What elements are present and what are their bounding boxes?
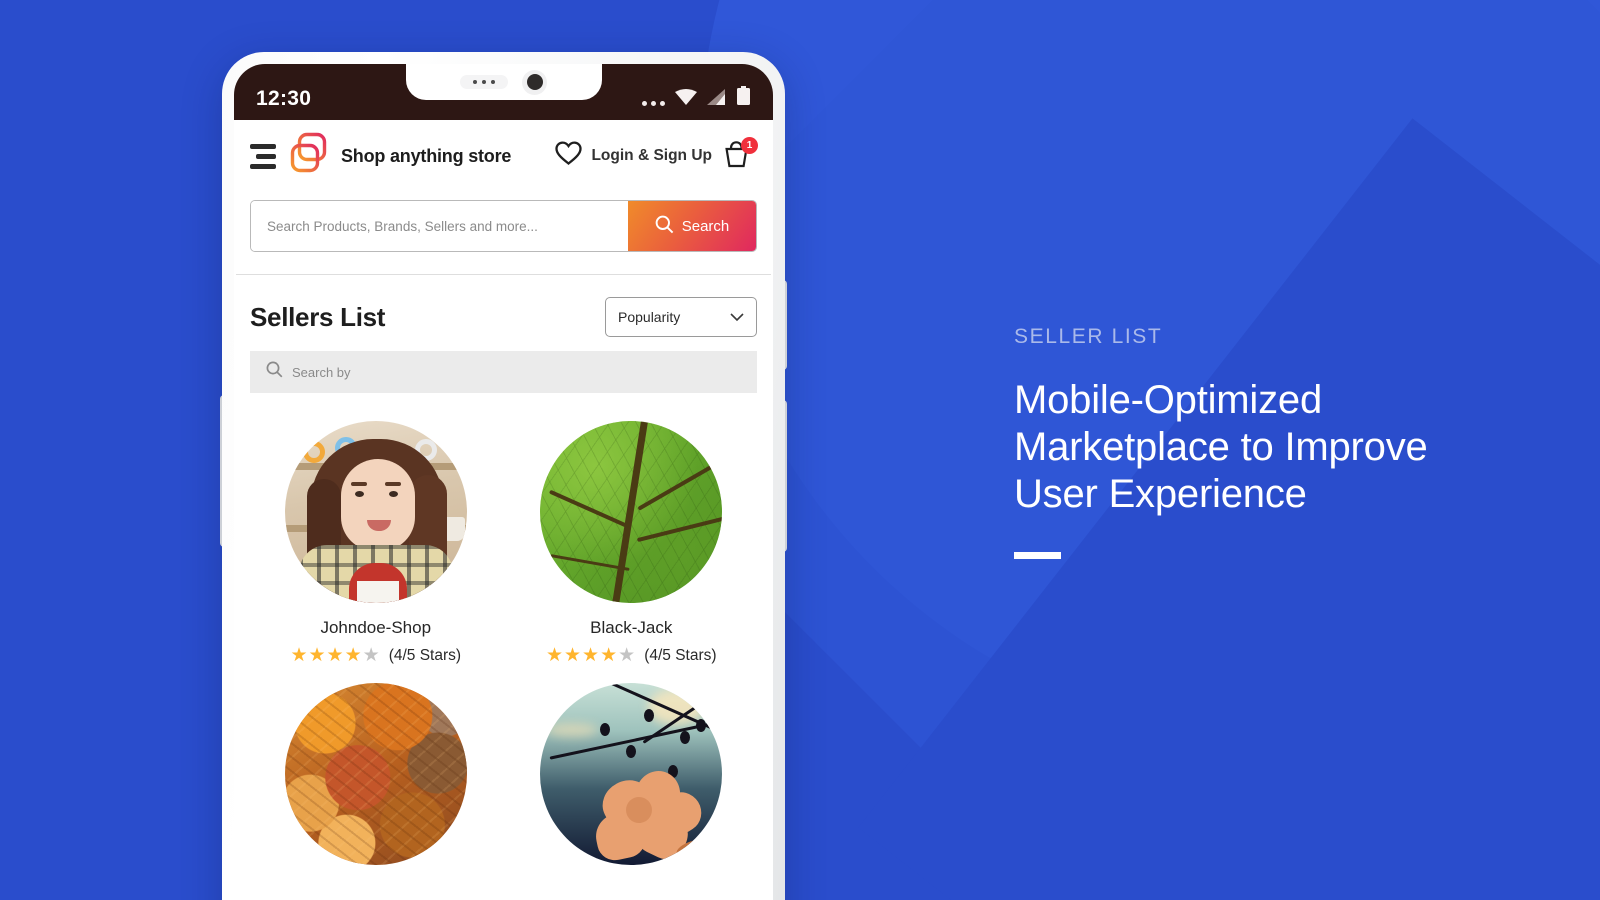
brand[interactable]: Shop anything store <box>286 131 511 182</box>
star-icon-empty: ★ <box>362 645 380 666</box>
search-button-label: Search <box>681 217 730 235</box>
brand-name: Shop anything store <box>341 145 512 166</box>
sort-select[interactable]: Popularity <box>605 297 757 337</box>
rating-text: (4/5 Stars) <box>644 646 717 664</box>
sellers-header: Sellers List Popularity <box>234 275 773 351</box>
speaker-grille-icon <box>460 75 508 89</box>
star-icon-filled: ★ <box>564 645 582 666</box>
seller-card[interactable] <box>248 683 504 865</box>
page-title: Sellers List <box>250 301 386 332</box>
search-icon <box>266 361 283 383</box>
phone-frame: 12:30 Shop anything store Login & Sign U… <box>222 52 785 900</box>
more-dots-icon <box>642 101 665 111</box>
shopping-cart-icon[interactable]: 1 <box>721 137 758 173</box>
star-icon-empty: ★ <box>618 645 636 666</box>
autumn-leaves-pile-image <box>284 683 467 865</box>
seller-name: Black-Jack <box>590 618 673 637</box>
app-header: Shop anything store Login & Sign Up 1 <box>234 120 773 192</box>
heart-icon[interactable] <box>555 141 583 171</box>
cart-count-badge: 1 <box>741 137 758 154</box>
seller-avatar[interactable] <box>284 421 467 603</box>
login-signup-link[interactable]: Login & Sign Up <box>591 147 712 165</box>
seller-rating: ★ ★ ★ ★ ★ (4/5 Stars) <box>504 646 760 665</box>
star-rating: ★ ★ ★ ★ ★ <box>290 646 379 665</box>
battery-icon <box>736 86 751 111</box>
seller-card[interactable] <box>504 683 760 865</box>
woman-portrait-craft-shop-image <box>284 421 467 603</box>
seller-name: Johndoe-Shop <box>320 618 432 637</box>
star-rating: ★ ★ ★ ★ ★ <box>546 646 635 665</box>
cellular-signal-icon <box>707 88 727 111</box>
front-camera-icon <box>522 69 547 95</box>
seller-avatar[interactable] <box>540 683 723 865</box>
seller-card[interactable]: Black-Jack ★ ★ ★ ★ ★ (4/5 Stars) <box>504 421 760 665</box>
seller-avatar[interactable] <box>284 683 467 865</box>
panel-accent-rule <box>1014 552 1061 559</box>
star-icon-filled: ★ <box>582 645 600 666</box>
header-actions: Login & Sign Up 1 <box>555 137 758 173</box>
star-icon-filled: ★ <box>326 645 344 666</box>
seller-rating: ★ ★ ★ ★ ★ (4/5 Stars) <box>248 646 504 665</box>
seller-card[interactable]: Johndoe-Shop ★ ★ ★ ★ ★ (4/5 Stars) <box>248 421 504 665</box>
rating-text: (4/5 Stars) <box>388 646 462 664</box>
search-button[interactable]: Search <box>628 201 756 251</box>
search-row: Search <box>234 192 773 274</box>
status-bar: 12:30 <box>234 64 773 120</box>
seller-filter-placeholder: Search by <box>292 364 351 380</box>
chevron-down-icon <box>730 309 744 325</box>
star-icon-filled: ★ <box>344 645 362 666</box>
search-box: Search <box>250 200 757 252</box>
search-icon <box>655 215 674 238</box>
seller-avatar[interactable] <box>540 421 723 603</box>
search-input[interactable] <box>251 201 628 251</box>
green-leaf-macro-image <box>540 421 723 603</box>
seller-filter-search[interactable]: Search by <box>250 351 757 393</box>
hamburger-menu-icon[interactable] <box>250 143 276 169</box>
phone-notch <box>405 64 602 100</box>
status-icons <box>642 86 751 111</box>
status-clock: 12:30 <box>256 87 312 110</box>
shop-logo-icon <box>286 131 332 182</box>
star-icon-filled: ★ <box>600 645 618 666</box>
marketing-panel: SELLER LIST Mobile-Optimized Marketplace… <box>1014 325 1484 559</box>
phone-mockup: 12:30 Shop anything store Login & Sign U… <box>220 52 787 900</box>
wifi-icon <box>674 88 698 111</box>
star-icon-filled: ★ <box>308 645 326 666</box>
panel-eyebrow: SELLER LIST <box>1014 325 1163 348</box>
dark-flower-branch-image <box>540 683 723 865</box>
star-icon-filled: ★ <box>545 645 563 666</box>
seller-grid: Johndoe-Shop ★ ★ ★ ★ ★ (4/5 Stars) Black… <box>234 393 773 865</box>
sort-select-value: Popularity <box>618 309 681 325</box>
star-icon-filled: ★ <box>290 645 308 666</box>
panel-headline: Mobile-Optimized Marketplace to Improve … <box>1014 378 1428 516</box>
phone-screen: 12:30 Shop anything store Login & Sign U… <box>234 64 773 900</box>
